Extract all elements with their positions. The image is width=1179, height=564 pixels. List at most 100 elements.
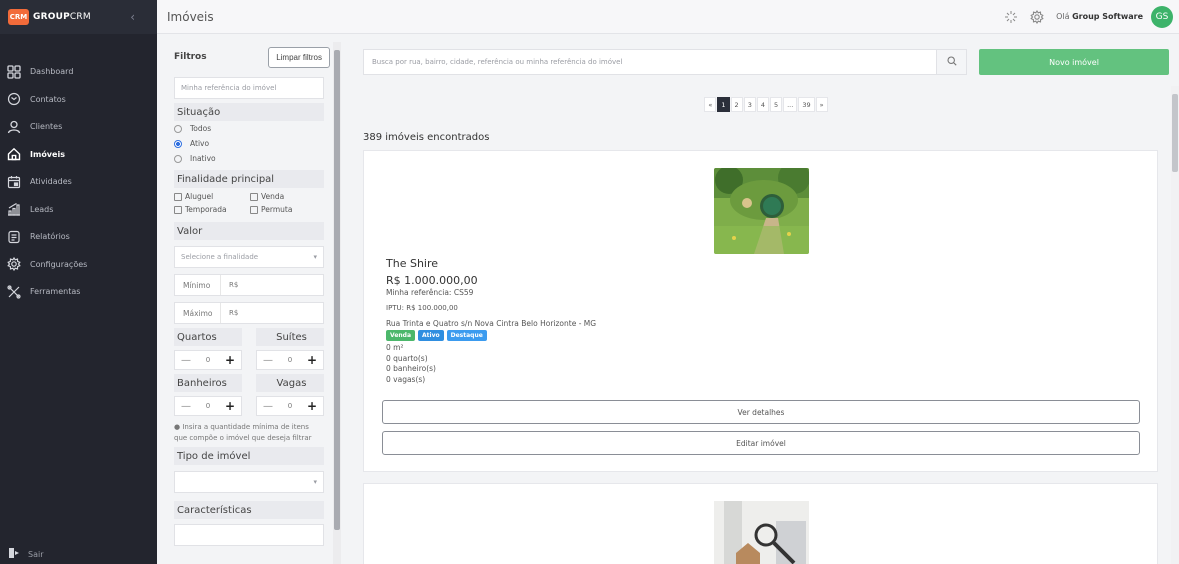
clear-filters-button[interactable]: Limpar filtros bbox=[268, 46, 330, 68]
logout-button[interactable]: Sair bbox=[8, 547, 44, 562]
logout-label: Sair bbox=[28, 550, 44, 559]
property-name[interactable]: The Shire bbox=[386, 257, 596, 270]
sidebar-item-label: Configurações bbox=[30, 259, 88, 269]
property-iptu: IPTU: R$ 100.000,00 bbox=[386, 304, 458, 312]
suites-heading: Suítes bbox=[256, 328, 324, 346]
page-5[interactable]: 5 bbox=[769, 97, 783, 112]
scrollbar-thumb[interactable] bbox=[334, 50, 340, 530]
sidebar-item-ferramentas[interactable]: Ferramentas bbox=[0, 278, 157, 306]
minus-icon[interactable]: — bbox=[175, 401, 197, 412]
purpose-checkboxes: Aluguel Venda Temporada Permuta bbox=[166, 192, 330, 214]
sidebar-item-contatos[interactable]: Contatos bbox=[0, 86, 157, 114]
sidebar-item-configuracoes[interactable]: Configurações bbox=[0, 251, 157, 279]
user-name: Group Software bbox=[1072, 12, 1143, 21]
new-property-button[interactable]: Novo imóvel bbox=[979, 49, 1169, 75]
checkbox-icon bbox=[250, 205, 258, 214]
situation-heading: Situação bbox=[174, 103, 324, 121]
brand-name-light: CRM bbox=[69, 12, 91, 22]
page-next[interactable]: » bbox=[815, 97, 828, 112]
sidebar-item-imoveis[interactable]: Imóveis bbox=[0, 141, 157, 169]
bedrooms-stepper[interactable]: — 0 + bbox=[174, 350, 242, 370]
property-photo[interactable] bbox=[714, 168, 809, 254]
brand-name: GROUPCRM bbox=[33, 12, 91, 22]
page-39[interactable]: 39 bbox=[798, 97, 815, 112]
checkbox-permuta[interactable]: Permuta bbox=[250, 205, 326, 214]
page-title: Imóveis bbox=[167, 9, 214, 24]
reference-input[interactable]: Minha referência do imóvel bbox=[174, 77, 324, 99]
sidebar-item-atividades[interactable]: Atividades bbox=[0, 168, 157, 196]
property-type-select[interactable]: ▾ bbox=[174, 471, 324, 493]
badge-destaque: Destaque bbox=[446, 330, 487, 341]
sidebar-item-label: Imóveis bbox=[30, 149, 65, 159]
sidebar-item-relatorios[interactable]: Relatórios bbox=[0, 223, 157, 251]
report-icon bbox=[6, 229, 22, 245]
bathrooms-heading: Banheiros bbox=[174, 374, 242, 392]
search-input[interactable]: Busca por rua, bairro, cidade, referênci… bbox=[363, 49, 937, 75]
parking-stepper[interactable]: — 0 + bbox=[256, 396, 324, 416]
filters-scrollbar[interactable] bbox=[333, 42, 341, 564]
sidebar-item-label: Relatórios bbox=[30, 232, 70, 242]
search-button[interactable] bbox=[937, 49, 967, 75]
radio-icon bbox=[174, 124, 182, 133]
radio-label: Inativo bbox=[190, 154, 216, 163]
plus-icon[interactable]: + bbox=[219, 353, 241, 367]
edit-property-button[interactable]: Editar imóvel bbox=[382, 431, 1140, 455]
minus-icon[interactable]: — bbox=[257, 401, 279, 412]
situation-option-ativo[interactable]: Ativo bbox=[166, 136, 330, 151]
settings-icon[interactable] bbox=[1030, 9, 1044, 24]
minus-icon[interactable]: — bbox=[257, 355, 279, 366]
home-icon bbox=[6, 146, 22, 162]
topbar-actions: Olá Group Software GS bbox=[992, 5, 1173, 28]
page-2[interactable]: 2 bbox=[730, 97, 743, 112]
situation-option-todos[interactable]: Todos bbox=[166, 121, 330, 136]
page-1[interactable]: 1 bbox=[717, 97, 730, 112]
sparkle-icon[interactable] bbox=[1004, 10, 1018, 24]
situation-option-inativo[interactable]: Inativo bbox=[166, 151, 330, 166]
property-photo[interactable] bbox=[714, 501, 809, 564]
sidebar-item-clientes[interactable]: Clientes bbox=[0, 113, 157, 141]
checkbox-temporada[interactable]: Temporada bbox=[174, 205, 250, 214]
avatar[interactable]: GS bbox=[1151, 5, 1173, 28]
hint-text: Insira a quantidade mínima de itens que … bbox=[174, 423, 312, 442]
search-icon bbox=[946, 55, 957, 69]
suites-stepper[interactable]: — 0 + bbox=[256, 350, 324, 370]
checkbox-icon bbox=[250, 192, 258, 201]
property-card: The Shire R$ 1.000.000,00 Minha referênc… bbox=[363, 150, 1158, 472]
max-value-field[interactable]: Máximo R$ bbox=[174, 302, 324, 324]
sidebar-item-leads[interactable]: Leads bbox=[0, 196, 157, 224]
checkbox-venda[interactable]: Venda bbox=[250, 192, 326, 201]
calendar-icon bbox=[6, 174, 22, 190]
purpose-select[interactable]: Selecione a finalidade ▾ bbox=[174, 246, 324, 268]
property-reference: Minha referência: CS59 bbox=[386, 288, 474, 297]
sidebar-item-label: Dashboard bbox=[30, 67, 74, 77]
view-details-button[interactable]: Ver detalhes bbox=[382, 400, 1140, 424]
property-type-heading: Tipo de imóvel bbox=[174, 447, 324, 465]
sidebar-item-label: Ferramentas bbox=[30, 287, 81, 297]
page-4[interactable]: 4 bbox=[756, 97, 769, 112]
checkbox-aluguel[interactable]: Aluguel bbox=[174, 192, 250, 201]
main-content: Busca por rua, bairro, cidade, referênci… bbox=[363, 49, 1169, 472]
stepper-value: 0 bbox=[287, 402, 293, 410]
min-value-field[interactable]: Mínimo R$ bbox=[174, 274, 324, 296]
page-prev[interactable]: « bbox=[704, 97, 717, 112]
collapse-sidebar-icon[interactable]: ‹ bbox=[130, 10, 135, 24]
checkbox-label: Permuta bbox=[261, 205, 293, 214]
results-count: 389 imóveis encontrados bbox=[363, 132, 490, 143]
minus-icon[interactable]: — bbox=[175, 355, 197, 366]
main-scrollbar[interactable] bbox=[1171, 86, 1179, 564]
page-3[interactable]: 3 bbox=[743, 97, 756, 112]
checkbox-label: Venda bbox=[261, 192, 285, 201]
plus-icon[interactable]: + bbox=[301, 353, 323, 367]
max-label: Máximo bbox=[175, 303, 221, 323]
features-input[interactable] bbox=[174, 524, 324, 546]
bedrooms-heading: Quartos bbox=[174, 328, 242, 346]
currency-label: R$ bbox=[229, 281, 239, 289]
plus-icon[interactable]: + bbox=[301, 399, 323, 413]
logout-icon bbox=[8, 547, 20, 562]
scrollbar-thumb[interactable] bbox=[1172, 94, 1178, 172]
bathrooms-stepper[interactable]: — 0 + bbox=[174, 396, 242, 416]
sidebar-item-label: Clientes bbox=[30, 122, 63, 132]
baths-parking-row: Banheiros — 0 + Vagas — 0 + bbox=[174, 374, 324, 416]
sidebar-item-dashboard[interactable]: Dashboard bbox=[0, 58, 157, 86]
plus-icon[interactable]: + bbox=[219, 399, 241, 413]
